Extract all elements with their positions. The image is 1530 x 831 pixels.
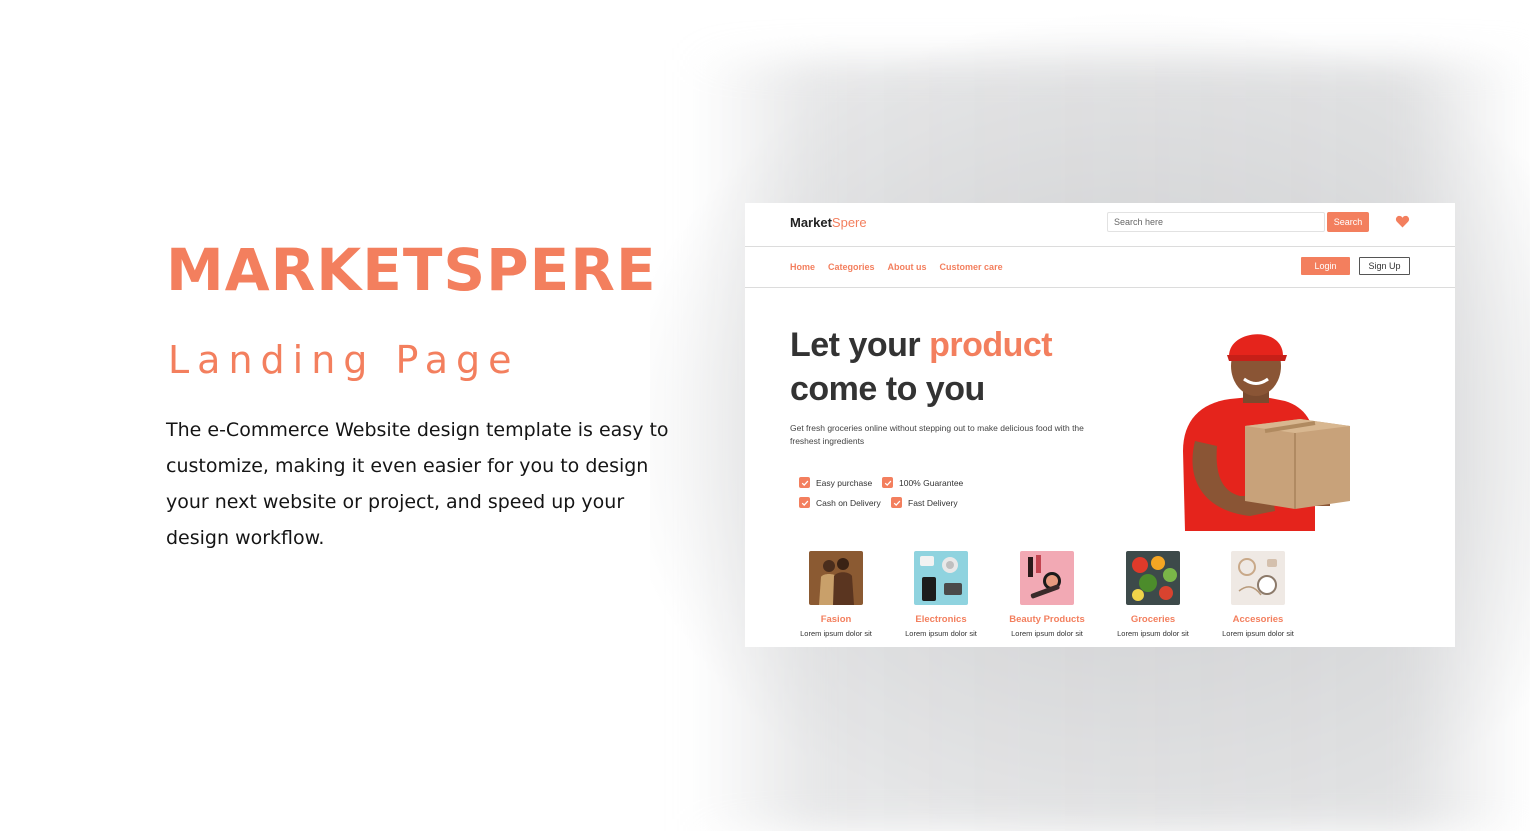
logo-text: Market	[790, 215, 832, 230]
feature-item: Fast Delivery	[891, 497, 958, 508]
top-bar: MarketSpere Search	[745, 203, 1455, 247]
category-desc: Lorem ipsum dolor sit	[1222, 629, 1294, 638]
category-list: Fasion Lorem ipsum dolor sit Electronics…	[745, 551, 1455, 647]
category-card[interactable]: Fasion Lorem ipsum dolor sit	[791, 551, 881, 638]
category-desc: Lorem ipsum dolor sit	[1011, 629, 1083, 638]
checkbox-icon	[882, 477, 893, 488]
nav-link-customer-care[interactable]: Customer care	[940, 262, 1003, 272]
category-name: Beauty Products	[1009, 614, 1085, 625]
feature-label: Cash on Delivery	[816, 497, 881, 508]
feature-item: Easy purchase	[799, 477, 872, 488]
nav-bar: Home Categories About us Customer care L…	[745, 247, 1455, 288]
heart-icon[interactable]	[1395, 214, 1410, 229]
category-name: Groceries	[1130, 614, 1176, 625]
feature-label: Easy purchase	[816, 477, 873, 488]
login-button[interactable]: Login	[1301, 257, 1350, 275]
hero-title: Let your product come to you	[790, 323, 1053, 411]
checkbox-icon	[799, 497, 810, 508]
checkbox-icon	[891, 497, 902, 508]
delivery-man-image	[1183, 334, 1350, 531]
category-desc: Lorem ipsum dolor sit	[1117, 629, 1189, 638]
signup-button[interactable]: Sign Up	[1359, 257, 1410, 275]
electronics-thumbnail	[914, 551, 968, 605]
hero-title-accent: product	[929, 326, 1053, 364]
checkbox-icon	[799, 477, 810, 488]
category-name: Fasion	[820, 614, 852, 625]
fashion-thumbnail	[809, 551, 863, 605]
hero-description: Get fresh groceries online without stepp…	[790, 423, 1084, 446]
search-button[interactable]: Search	[1327, 212, 1369, 232]
hero-title-part1: Let your	[790, 326, 930, 364]
promo-description: The e-Commerce Website design template i…	[166, 419, 669, 549]
feature-label: 100% Guarantee	[899, 477, 964, 488]
promo-subtitle: Landing Page	[168, 338, 520, 382]
nav-link-about-us[interactable]: About us	[888, 262, 927, 272]
promo-title: MARKETSPERE	[166, 236, 657, 304]
feature-item: 100% Guarantee	[882, 477, 963, 488]
feature-label: Fast Delivery	[908, 497, 958, 508]
category-card[interactable]: Groceries Lorem ipsum dolor sit	[1108, 551, 1198, 638]
category-card[interactable]: Electronics Lorem ipsum dolor sit	[896, 551, 986, 638]
feature-item: Cash on Delivery	[799, 497, 881, 508]
nav-link-home[interactable]: Home	[790, 262, 815, 272]
hero-title-part2: come to you	[790, 370, 985, 408]
category-desc: Lorem ipsum dolor sit	[800, 629, 872, 638]
category-name: Electronics	[915, 614, 967, 625]
beauty-products-thumbnail	[1020, 551, 1074, 605]
category-card[interactable]: Accesories Lorem ipsum dolor sit	[1213, 551, 1303, 638]
accessories-thumbnail	[1231, 551, 1285, 605]
logo[interactable]: MarketSpere	[790, 215, 867, 230]
category-desc: Lorem ipsum dolor sit	[905, 629, 977, 638]
nav-link-categories[interactable]: Categories	[828, 262, 875, 272]
logo-accent-text: Spere	[831, 215, 867, 230]
search-input[interactable]	[1107, 212, 1325, 232]
category-card[interactable]: Beauty Products Lorem ipsum dolor sit	[1002, 551, 1092, 638]
landing-page-mockup: MarketSpere Search Home Categories About…	[745, 203, 1455, 647]
category-name: Accesories	[1232, 614, 1284, 625]
groceries-thumbnail	[1126, 551, 1180, 605]
nav-links: Home Categories About us Customer care	[790, 262, 1003, 272]
